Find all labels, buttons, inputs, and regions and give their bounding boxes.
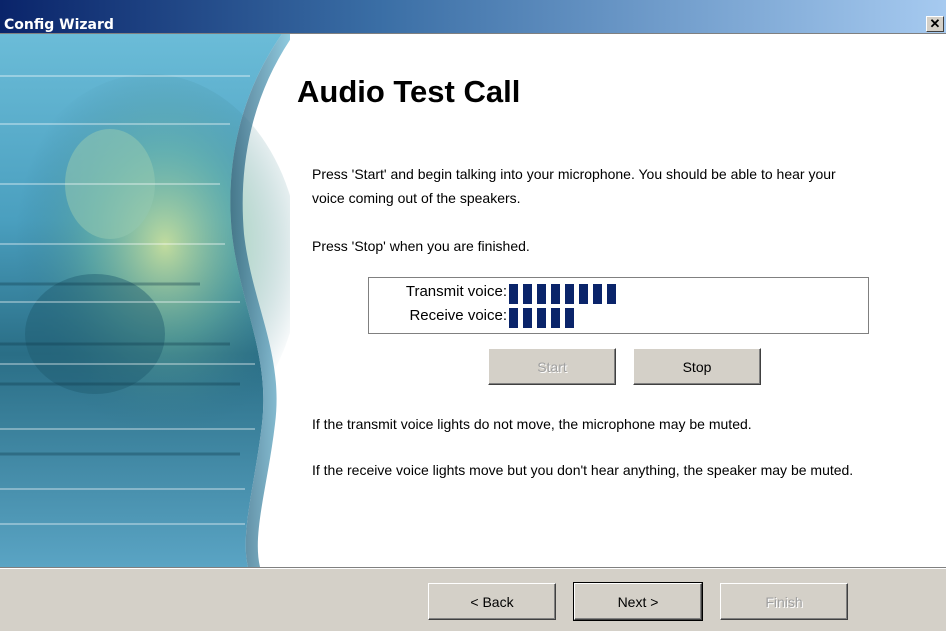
transmit-meter-segment [593,284,602,304]
stop-button[interactable]: Stop [633,348,761,385]
back-button[interactable]: < Back [428,583,556,620]
receive-meter-segment [565,308,574,328]
instructions-stop: Press 'Stop' when you are finished. [312,238,530,254]
transmit-meter-segment [579,284,588,304]
window-title: Config Wizard [4,17,114,33]
receive-muted-hint: If the receive voice lights move but you… [312,462,854,478]
receive-meter-segment [523,308,532,328]
start-button[interactable]: Start [488,348,616,385]
receive-meter-row: Receive voice: [369,307,507,327]
back-button-label: < Back [470,593,514,610]
transmit-meter-segment [523,284,532,304]
transmit-meter-segment [551,284,560,304]
receive-meter-segment [551,308,560,328]
receive-meter-segment [537,308,546,328]
close-icon: ✕ [929,16,941,31]
transmit-meter-row: Transmit voice: [369,283,507,303]
transmit-meter-segment [509,284,518,304]
next-button[interactable]: Next > [573,582,703,621]
transmit-meter-segment [607,284,616,304]
transmit-meter-segment [565,284,574,304]
transmit-voice-label: Transmit voice: [405,283,507,300]
transmit-muted-hint: If the transmit voice lights do not move… [312,416,752,432]
receive-voice-label: Receive voice: [409,307,507,324]
stop-button-label: Stop [682,358,712,375]
receive-meter-segment [509,308,518,328]
page-title: Audio Test Call [297,74,521,109]
title-bar: Config Wizard ✕ [0,0,946,34]
start-button-label: Start [537,358,567,375]
next-button-label: Next > [617,593,659,610]
voice-meter-panel: Transmit voice: Receive voice: [368,277,869,334]
finish-button[interactable]: Finish [720,583,848,620]
close-button[interactable]: ✕ [926,16,944,32]
transmit-meter-segment [537,284,546,304]
finish-button-label: Finish [765,593,803,610]
instructions-start: Press 'Start' and begin talking into you… [312,166,836,206]
